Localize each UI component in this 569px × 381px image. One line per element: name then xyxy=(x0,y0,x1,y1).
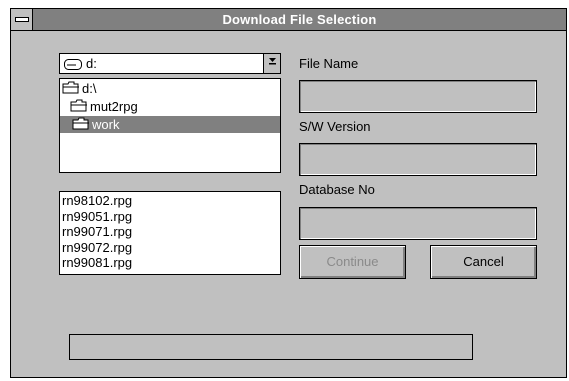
sw-version-field[interactable] xyxy=(299,143,537,176)
drive-select-value: d: xyxy=(86,56,97,71)
open-folder-icon xyxy=(72,117,90,134)
chevron-down-icon xyxy=(268,58,276,65)
cancel-button[interactable]: Cancel xyxy=(430,245,537,279)
list-item[interactable]: rn99072.rpg xyxy=(62,240,278,256)
database-no-field[interactable] xyxy=(299,207,537,240)
title-bar[interactable]: Download File Selection xyxy=(11,9,566,31)
window-title: Download File Selection xyxy=(222,12,377,27)
directory-item-mut2rpg[interactable]: mut2rpg xyxy=(70,98,138,115)
file-name-field[interactable] xyxy=(299,80,537,113)
list-item[interactable]: rn99051.rpg xyxy=(62,209,278,225)
download-file-selection-window: Download File Selection d: d:\ mut2rpg w… xyxy=(10,8,567,378)
directory-list[interactable]: d:\ mut2rpg work xyxy=(59,78,281,173)
progress-bar xyxy=(69,334,473,360)
directory-label: work xyxy=(92,117,120,132)
database-no-label: Database No xyxy=(299,182,375,197)
continue-button[interactable]: Continue xyxy=(299,245,406,279)
file-name-label: File Name xyxy=(299,56,359,71)
drive-icon xyxy=(64,58,82,73)
open-folder-icon xyxy=(62,81,80,98)
list-item[interactable]: rn98102.rpg xyxy=(62,193,278,209)
list-item[interactable]: rn99081.rpg xyxy=(62,255,278,271)
directory-item-work[interactable]: work xyxy=(60,116,280,133)
directory-item-root[interactable]: d:\ xyxy=(62,80,96,97)
directory-label: mut2rpg xyxy=(90,99,138,114)
sw-version-label: S/W Version xyxy=(299,119,371,134)
list-item[interactable]: rn99071.rpg xyxy=(62,224,278,240)
system-menu-button[interactable] xyxy=(11,9,33,30)
open-folder-icon xyxy=(70,99,88,116)
file-list[interactable]: rn98102.rpg rn99051.rpg rn99071.rpg rn99… xyxy=(59,191,281,275)
dropdown-arrow-button[interactable] xyxy=(263,54,280,73)
directory-label: d:\ xyxy=(82,81,97,96)
drive-select[interactable]: d: xyxy=(59,53,281,74)
system-menu-icon xyxy=(15,17,29,22)
